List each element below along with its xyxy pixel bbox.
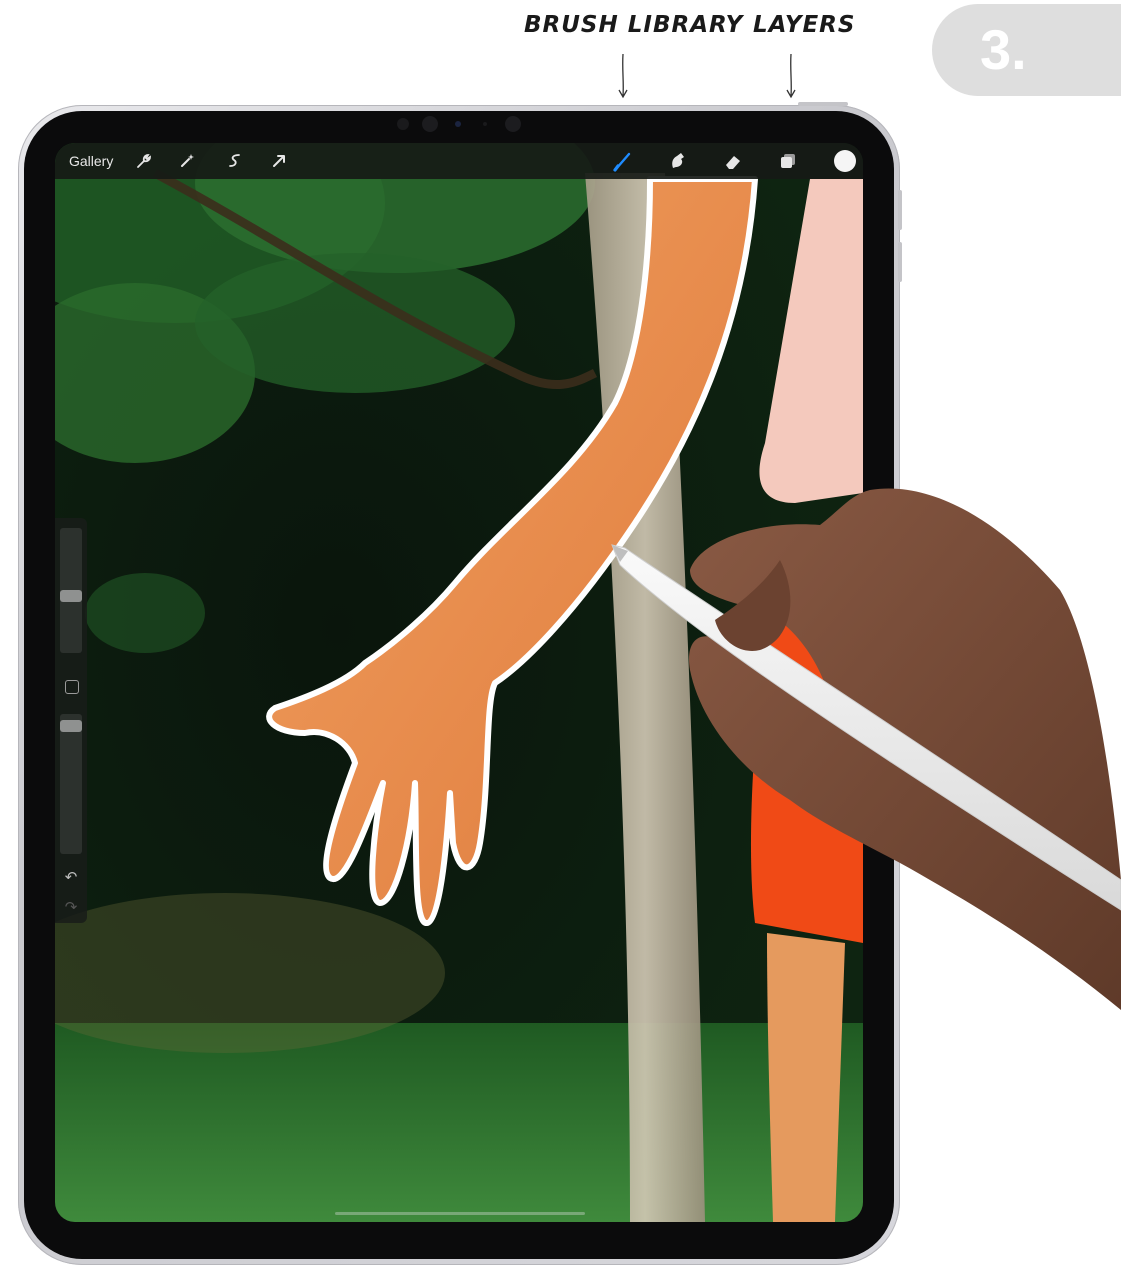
opacity-slider[interactable] (60, 714, 82, 854)
layers-annotation: LAYERS (753, 12, 856, 38)
step-number-badge: 3. (932, 4, 1121, 96)
color-picker-button[interactable] (834, 150, 856, 172)
top-toolbar: Gallery (55, 143, 863, 179)
magic-wand-icon[interactable] (176, 150, 198, 172)
brush-library-annotation: BRUSH LIBRARY (524, 12, 744, 38)
selection-icon[interactable] (224, 150, 246, 172)
layers-arrow (786, 53, 796, 99)
brush-size-thumb[interactable] (60, 590, 82, 603)
left-sidebar: ↶ ↷ (55, 518, 87, 923)
gallery-button[interactable]: Gallery (69, 153, 113, 169)
redo-icon[interactable]: ↷ (62, 898, 80, 916)
undo-icon[interactable]: ↶ (62, 868, 80, 886)
camera-sensors (397, 116, 521, 132)
modify-button[interactable] (65, 680, 79, 694)
layers-icon[interactable] (777, 150, 799, 172)
smudge-icon[interactable] (667, 150, 689, 172)
brush-library-arrow (618, 53, 628, 99)
wrench-icon[interactable] (132, 150, 154, 172)
brush-icon[interactable] (612, 150, 634, 172)
procreate-screen: Gallery ↶ ↷ (55, 143, 863, 1222)
top-button (798, 102, 848, 106)
volume-up-button (898, 190, 902, 230)
eraser-icon[interactable] (722, 150, 744, 172)
volume-down-button (898, 242, 902, 282)
opacity-thumb[interactable] (60, 720, 82, 733)
transform-arrow-icon[interactable] (268, 150, 290, 172)
canvas[interactable] (55, 143, 863, 1222)
home-indicator (335, 1212, 585, 1215)
